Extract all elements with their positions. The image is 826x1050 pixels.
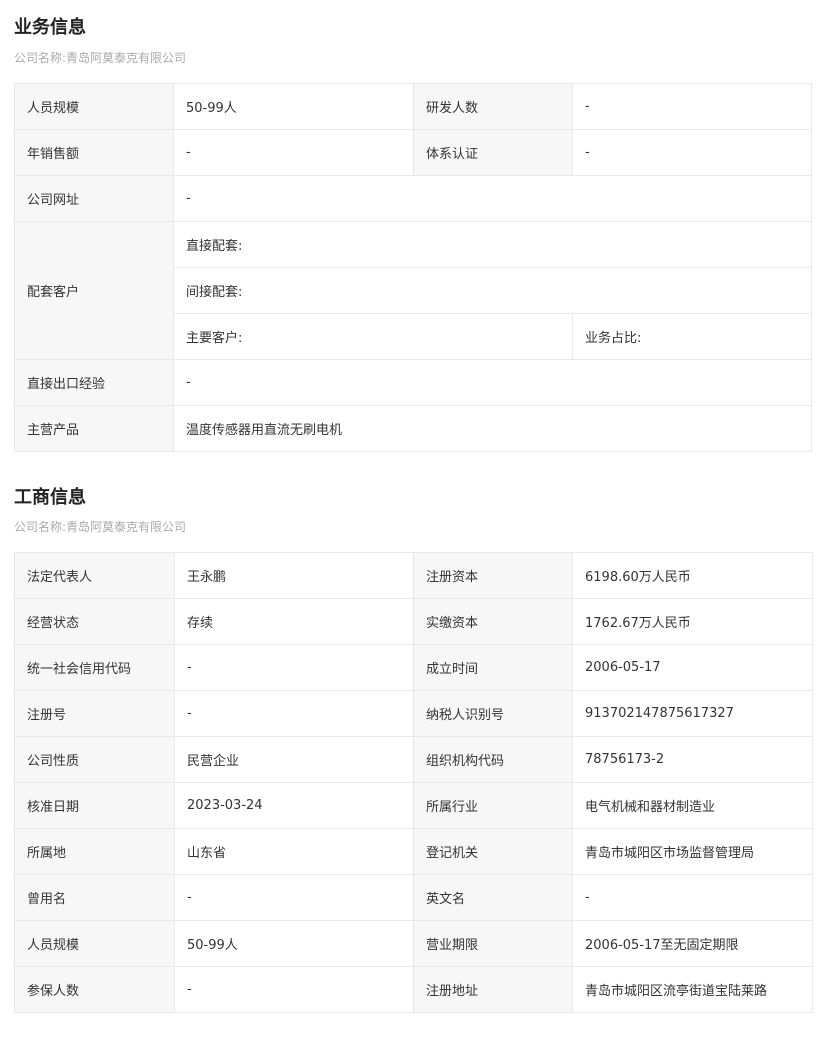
table-row: 人员规模 50-99人 研发人数 - xyxy=(14,83,812,130)
rd-staff-value: - xyxy=(572,83,812,130)
main-products-value: 温度传感器用直流无刷电机 xyxy=(173,405,812,452)
table-row: 法定代表人 王永鹏 注册资本 6198.60万人民币 xyxy=(14,552,813,599)
industrial-info-table: 法定代表人 王永鹏 注册资本 6198.60万人民币 经营状态 存续 实缴资本 … xyxy=(14,552,813,1013)
staff-size-value: 50-99人 xyxy=(173,83,414,130)
table-row: 配套客户 直接配套: xyxy=(14,221,812,360)
row-value: - xyxy=(572,874,813,921)
industrial-info-title: 工商信息 xyxy=(14,487,86,508)
table-row: 注册号 - 纳税人识别号 913702147875617327 xyxy=(14,690,813,737)
table-row: 公司网址 - xyxy=(14,175,812,222)
industrial-company-line: 公司名称:青岛阿莫泰克有限公司 xyxy=(14,519,186,535)
row-value: - xyxy=(174,966,414,1013)
row-label: 注册资本 xyxy=(413,552,573,599)
row-label: 经营状态 xyxy=(14,598,175,645)
row-label: 核准日期 xyxy=(14,782,175,829)
row-value: 2006-05-17 xyxy=(572,644,813,691)
row-label: 法定代表人 xyxy=(14,552,175,599)
website-value: - xyxy=(173,175,812,222)
supporting-customers-label: 配套客户 xyxy=(14,221,174,360)
business-company-label: 公司名称: xyxy=(14,51,67,65)
row-value: 2006-05-17至无固定期限 xyxy=(572,920,813,967)
row-value: - xyxy=(174,644,414,691)
table-row: 直接出口经验 - xyxy=(14,359,812,406)
row-label: 营业期限 xyxy=(413,920,573,967)
main-customers-label: 主要客户: xyxy=(173,313,573,360)
rd-staff-label: 研发人数 xyxy=(413,83,573,130)
row-value: 913702147875617327 xyxy=(572,690,813,737)
row-label: 组织机构代码 xyxy=(413,736,573,783)
row-label: 纳税人识别号 xyxy=(413,690,573,737)
business-company-line: 公司名称:青岛阿莫泰克有限公司 xyxy=(14,50,186,66)
business-share-label: 业务占比: xyxy=(572,313,812,360)
row-value: 民营企业 xyxy=(174,736,414,783)
row-value: - xyxy=(174,690,414,737)
certification-value: - xyxy=(572,129,812,176)
row-label: 所属地 xyxy=(14,828,175,875)
row-label: 参保人数 xyxy=(14,966,175,1013)
indirect-supply-label: 间接配套: xyxy=(173,267,812,314)
row-value: 青岛市城阳区流亭街道宝陆莱路 xyxy=(572,966,813,1013)
table-row: 年销售额 - 体系认证 - xyxy=(14,129,812,176)
row-value: 6198.60万人民币 xyxy=(572,552,813,599)
table-row: 统一社会信用代码 - 成立时间 2006-05-17 xyxy=(14,644,813,691)
row-value: 电气机械和器材制造业 xyxy=(572,782,813,829)
table-row: 人员规模 50-99人 营业期限 2006-05-17至无固定期限 xyxy=(14,920,813,967)
row-value: 50-99人 xyxy=(174,920,414,967)
business-company-name: 青岛阿莫泰克有限公司 xyxy=(66,51,187,65)
row-value: 山东省 xyxy=(174,828,414,875)
direct-export-value: - xyxy=(173,359,812,406)
staff-size-label: 人员规模 xyxy=(14,83,174,130)
annual-sales-value: - xyxy=(173,129,414,176)
table-row: 参保人数 - 注册地址 青岛市城阳区流亭街道宝陆莱路 xyxy=(14,966,813,1013)
row-label: 所属行业 xyxy=(413,782,573,829)
row-value: 王永鹏 xyxy=(174,552,414,599)
row-value: 青岛市城阳区市场监督管理局 xyxy=(572,828,813,875)
annual-sales-label: 年销售额 xyxy=(14,129,174,176)
certification-label: 体系认证 xyxy=(413,129,573,176)
row-label: 成立时间 xyxy=(413,644,573,691)
row-label: 注册地址 xyxy=(413,966,573,1013)
industrial-company-label: 公司名称: xyxy=(14,520,67,534)
direct-export-label: 直接出口经验 xyxy=(14,359,174,406)
website-label: 公司网址 xyxy=(14,175,174,222)
main-products-label: 主营产品 xyxy=(14,405,174,452)
row-label: 注册号 xyxy=(14,690,175,737)
row-value: 存续 xyxy=(174,598,414,645)
business-info-title: 业务信息 xyxy=(14,17,86,38)
business-info-table: 人员规模 50-99人 研发人数 - 年销售额 - 体系认证 - 公司网址 - … xyxy=(14,83,812,452)
row-label: 实缴资本 xyxy=(413,598,573,645)
row-label: 英文名 xyxy=(413,874,573,921)
industrial-company-name: 青岛阿莫泰克有限公司 xyxy=(66,520,187,534)
row-value: 2023-03-24 xyxy=(174,782,414,829)
company-profile-page: 业务信息 公司名称:青岛阿莫泰克有限公司 人员规模 50-99人 研发人数 - … xyxy=(0,0,826,1050)
row-label: 人员规模 xyxy=(14,920,175,967)
table-row: 主营产品 温度传感器用直流无刷电机 xyxy=(14,405,812,452)
table-row: 所属地 山东省 登记机关 青岛市城阳区市场监督管理局 xyxy=(14,828,813,875)
row-label: 统一社会信用代码 xyxy=(14,644,175,691)
direct-supply-label: 直接配套: xyxy=(173,221,812,268)
row-value: - xyxy=(174,874,414,921)
row-label: 登记机关 xyxy=(413,828,573,875)
row-label: 曾用名 xyxy=(14,874,175,921)
table-row: 经营状态 存续 实缴资本 1762.67万人民币 xyxy=(14,598,813,645)
table-row: 公司性质 民营企业 组织机构代码 78756173-2 xyxy=(14,736,813,783)
row-label: 公司性质 xyxy=(14,736,175,783)
row-value: 78756173-2 xyxy=(572,736,813,783)
table-row: 曾用名 - 英文名 - xyxy=(14,874,813,921)
row-value: 1762.67万人民币 xyxy=(572,598,813,645)
table-row: 核准日期 2023-03-24 所属行业 电气机械和器材制造业 xyxy=(14,782,813,829)
